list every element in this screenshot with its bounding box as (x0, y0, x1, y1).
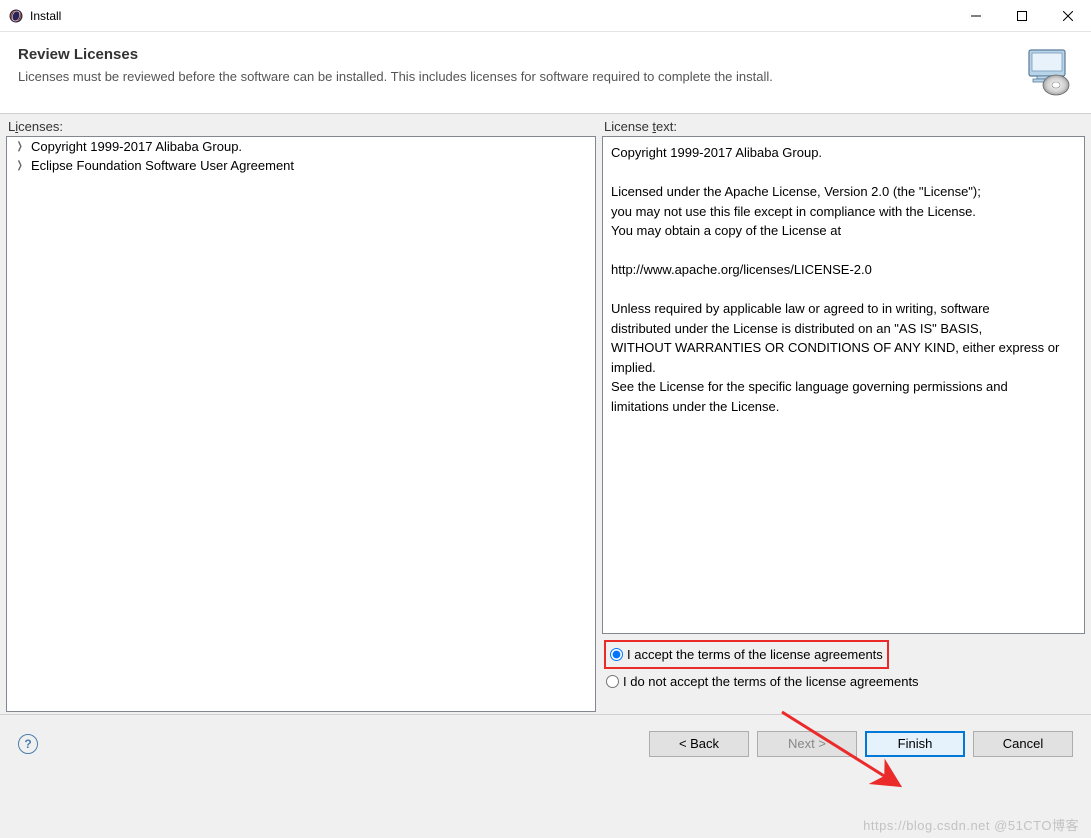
licenses-tree[interactable]: ❯ Copyright 1999-2017 Alibaba Group. ❯ E… (6, 136, 596, 712)
window-controls (953, 0, 1091, 31)
content-area: Licenses: ❯ Copyright 1999-2017 Alibaba … (0, 114, 1091, 714)
annotation-highlight: I accept the terms of the license agreem… (604, 640, 889, 669)
cancel-button[interactable]: Cancel (973, 731, 1073, 757)
accept-radio-group: I accept the terms of the license agreem… (602, 634, 1085, 692)
window-title: Install (30, 9, 953, 23)
header-description: Licenses must be reviewed before the sof… (18, 69, 1073, 84)
license-text-box[interactable]: Copyright 1999-2017 Alibaba Group. Licen… (602, 136, 1085, 634)
accept-radio[interactable] (610, 648, 623, 661)
watermark: https://blog.csdn.net @51CTO博客 (863, 815, 1079, 834)
licenses-label: Licenses: (6, 116, 596, 136)
titlebar: Install (0, 0, 1091, 32)
license-text-panel: License text: Copyright 1999-2017 Alibab… (599, 114, 1091, 714)
chevron-right-icon: ❯ (17, 160, 25, 171)
back-button[interactable]: < Back (649, 731, 749, 757)
tree-item[interactable]: ❯ Copyright 1999-2017 Alibaba Group. (7, 137, 595, 156)
header-title: Review Licenses (18, 46, 1073, 63)
finish-button[interactable]: Finish (865, 731, 965, 757)
minimize-button[interactable] (953, 0, 999, 31)
next-button[interactable]: Next > (757, 731, 857, 757)
decline-radio-label: I do not accept the terms of the license… (623, 674, 919, 689)
wizard-button-bar: ? < Back Next > Finish Cancel (0, 714, 1091, 772)
close-button[interactable] (1045, 0, 1091, 31)
install-icon (1023, 46, 1073, 96)
decline-radio[interactable] (606, 675, 619, 688)
eclipse-icon (8, 8, 24, 24)
accept-radio-label: I accept the terms of the license agreem… (627, 647, 883, 662)
maximize-button[interactable] (999, 0, 1045, 31)
licenses-panel: Licenses: ❯ Copyright 1999-2017 Alibaba … (0, 114, 599, 714)
tree-item[interactable]: ❯ Eclipse Foundation Software User Agree… (7, 156, 595, 175)
wizard-header: Review Licenses Licenses must be reviewe… (0, 32, 1091, 114)
license-text-label: License text: (602, 116, 1085, 136)
chevron-right-icon: ❯ (17, 141, 25, 152)
tree-item-label: Copyright 1999-2017 Alibaba Group. (31, 139, 242, 154)
help-icon[interactable]: ? (18, 734, 38, 754)
tree-item-label: Eclipse Foundation Software User Agreeme… (31, 158, 294, 173)
